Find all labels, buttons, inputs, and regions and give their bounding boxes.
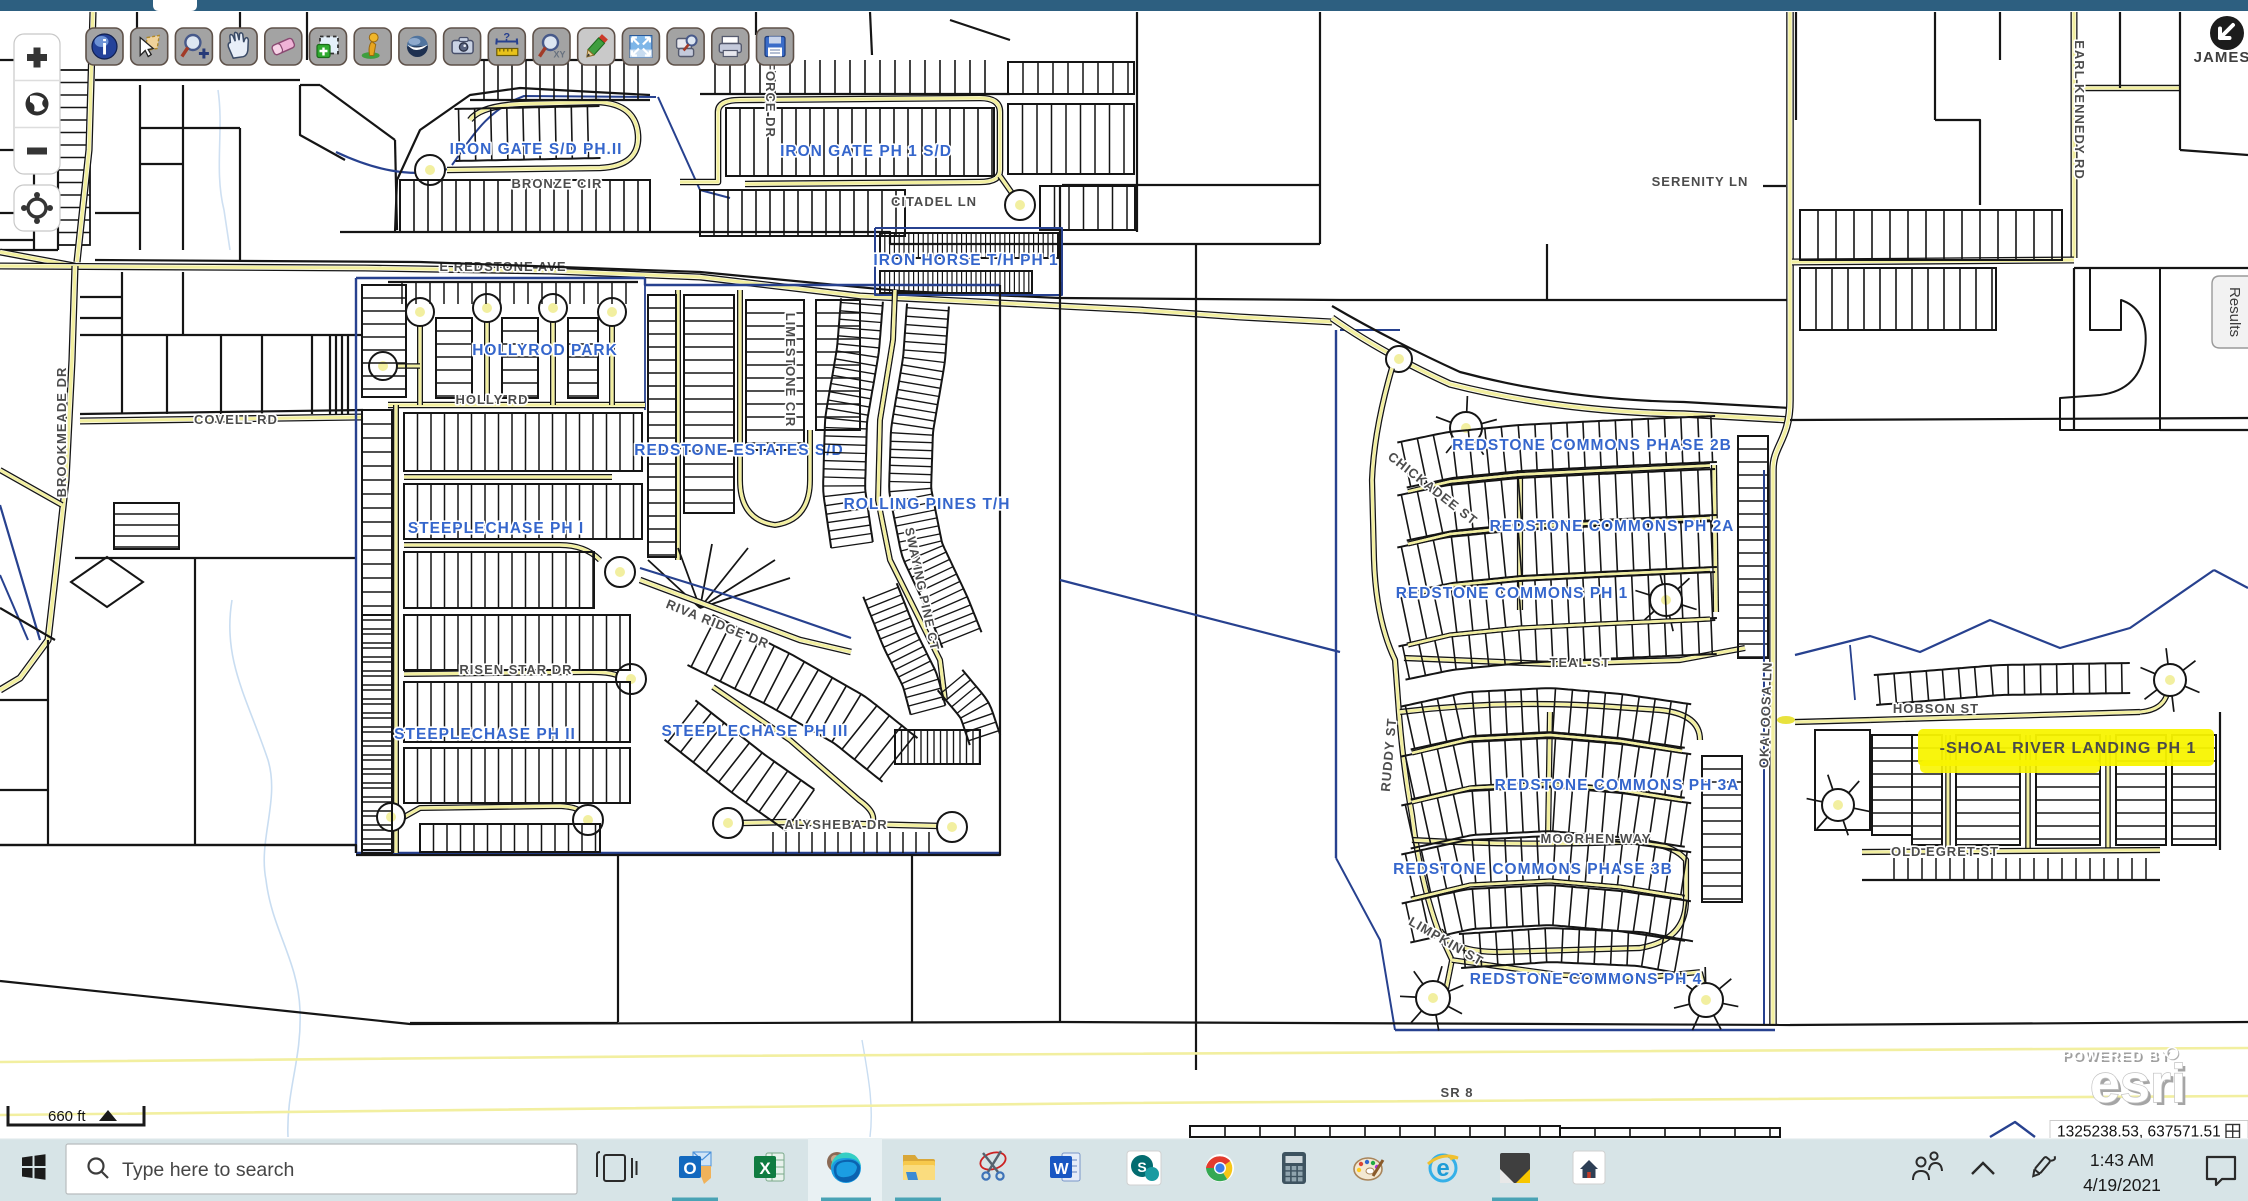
svg-text:SR 8: SR 8 (1441, 1085, 1474, 1100)
svg-text:TEAL ST: TEAL ST (1550, 655, 1611, 670)
svg-text:esri: esri (2090, 1054, 2186, 1114)
svg-text:4/19/2021: 4/19/2021 (2083, 1175, 2161, 1195)
svg-text:ALYSHEBA DR: ALYSHEBA DR (784, 817, 887, 832)
svg-text:REDSTONE COMMONS PH 1: REDSTONE COMMONS PH 1 (1396, 585, 1629, 602)
svg-text:REDSTONE COMMONS PHASE 2B: REDSTONE COMMONS PHASE 2B (1452, 437, 1732, 454)
svg-text:HOLLYROD PARK: HOLLYROD PARK (472, 342, 618, 359)
svg-text:HOBSON ST: HOBSON ST (1893, 701, 1979, 716)
svg-text:RISEN STAR DR: RISEN STAR DR (459, 662, 572, 677)
svg-text:1325238.53, 637571.51: 1325238.53, 637571.51 (2057, 1124, 2221, 1141)
svg-text:EARL KENNEDY RD: EARL KENNEDY RD (2072, 40, 2087, 179)
svg-text:BRONZE CIR: BRONZE CIR (512, 176, 603, 191)
svg-text:JAMES: JAMES (2194, 49, 2248, 66)
svg-text:OLD EGRET ST: OLD EGRET ST (1891, 844, 1999, 859)
svg-text:REDSTONE COMMONS PHASE 3B: REDSTONE COMMONS PHASE 3B (1393, 861, 1673, 878)
svg-text:HOLLY RD: HOLLY RD (455, 392, 528, 407)
svg-text:S: S (1137, 1159, 1146, 1175)
svg-text:LIMESTONE CIR: LIMESTONE CIR (783, 313, 798, 428)
svg-text:REDSTONE COMMONS PH 4: REDSTONE COMMONS PH 4 (1470, 971, 1703, 988)
svg-text:1:43 AM: 1:43 AM (2090, 1150, 2154, 1170)
svg-text:COVELL RD: COVELL RD (194, 412, 278, 427)
svg-text:REDSTONE ESTATES S/D: REDSTONE ESTATES S/D (634, 442, 843, 459)
svg-text:i: i (102, 37, 108, 60)
svg-text:MOORHEN WAY: MOORHEN WAY (1541, 831, 1652, 846)
svg-text:X: X (759, 1159, 771, 1178)
svg-text:SERENITY LN: SERENITY LN (1652, 174, 1749, 189)
svg-text:ROLLING PINES T/H: ROLLING PINES T/H (844, 496, 1011, 513)
svg-text:REDSTONE COMMONS PH 3A: REDSTONE COMMONS PH 3A (1495, 777, 1740, 794)
svg-text:STEEPLECHASE PH III: STEEPLECHASE PH III (662, 723, 849, 740)
svg-text:REDSTONE COMMONS PH 2A: REDSTONE COMMONS PH 2A (1490, 518, 1735, 535)
svg-text:FORCE DR: FORCE DR (763, 62, 778, 138)
svg-text:STEEPLECHASE PH II: STEEPLECHASE PH II (394, 726, 576, 743)
svg-text:-SHOAL RIVER LANDING PH 1: -SHOAL RIVER LANDING PH 1 (1940, 740, 2197, 757)
svg-text:IRON HORSE T/H PH 1: IRON HORSE T/H PH 1 (873, 252, 1058, 269)
svg-text:O: O (683, 1159, 696, 1178)
svg-text:660 ft: 660 ft (48, 1108, 86, 1125)
svg-text:IRON GATE PH 1 S/D: IRON GATE PH 1 S/D (780, 143, 952, 160)
svg-text:BROOKMEADE DR: BROOKMEADE DR (54, 367, 69, 498)
svg-text:?: ? (503, 32, 510, 44)
svg-text:CITADEL LN: CITADEL LN (891, 194, 977, 209)
svg-text:Type here to search: Type here to search (122, 1159, 294, 1181)
svg-text:XY: XY (553, 50, 565, 60)
svg-text:IRON GATE S/D PH.II: IRON GATE S/D PH.II (450, 141, 623, 158)
svg-text:STEEPLECHASE PH I: STEEPLECHASE PH I (408, 520, 584, 537)
svg-text:Results: Results (2226, 287, 2243, 337)
svg-text:W: W (1053, 1161, 1069, 1178)
